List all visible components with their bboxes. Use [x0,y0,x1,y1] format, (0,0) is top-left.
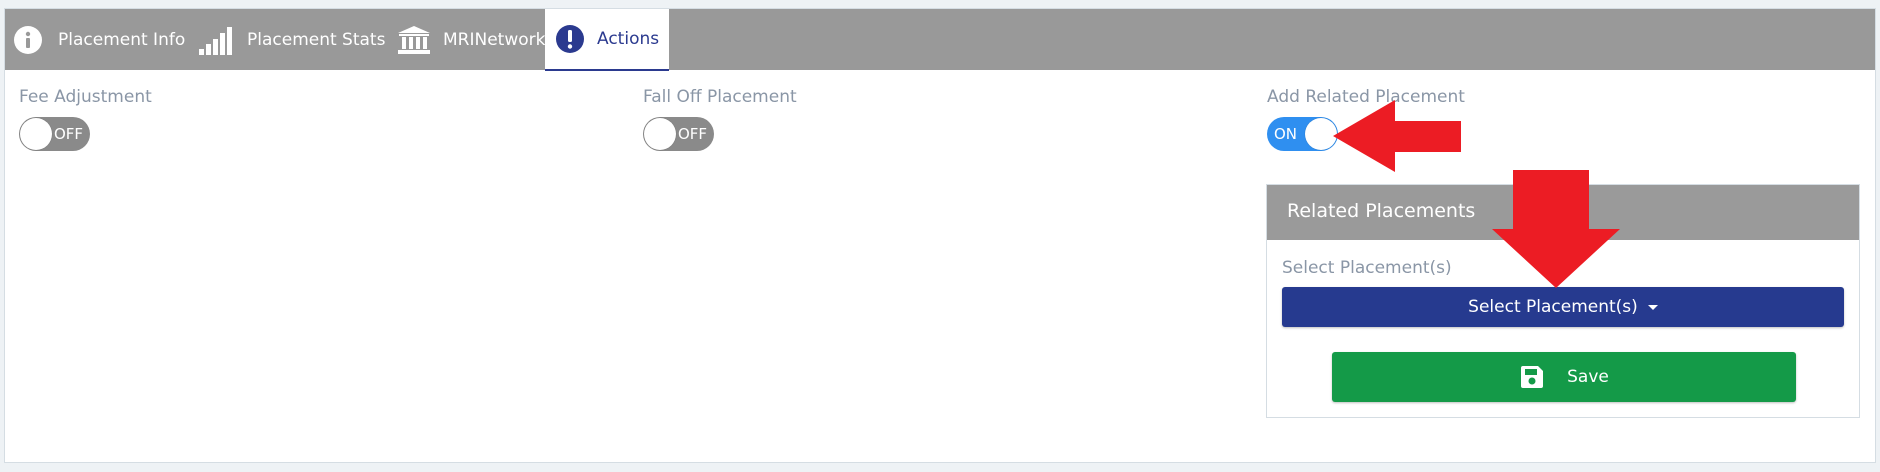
tab-placement-info[interactable]: Placement Info [13,9,185,70]
tab-placement-stats[interactable]: Placement Stats [197,9,385,70]
floppy-disk-icon [1519,364,1545,390]
signal-bars-icon [197,25,235,55]
add-related-placement-toggle[interactable]: ON [1267,117,1338,151]
tab-label: MRINetwork [443,29,546,50]
tab-bar: Placement Info Placement Stats MRINetwor… [5,9,1875,71]
tab-label: Placement Stats [247,29,386,50]
select-placements-button-label: Select Placement(s) [1468,297,1638,317]
fee-adjustment-toggle[interactable]: OFF [19,117,90,151]
down-arrow-annotation-icon [1492,170,1620,288]
tab-label: Placement Info [58,29,186,50]
fall-off-placement-label: Fall Off Placement [643,87,797,107]
select-placements-label: Select Placement(s) [1282,258,1452,278]
toggle-knob [20,118,52,150]
tab-mrinetwork[interactable]: MRINetwork [397,9,545,70]
caret-down-icon [1647,304,1658,310]
tab-actions[interactable]: Actions [545,9,669,71]
save-button-label: Save [1567,367,1609,387]
toggle-knob [644,118,676,150]
tab-label: Actions [597,29,660,49]
exclamation-circle-icon [555,24,585,54]
toggle-state-label: ON [1274,125,1298,143]
save-button[interactable]: Save [1332,352,1796,402]
select-placements-dropdown[interactable]: Select Placement(s) [1282,287,1844,327]
info-circle-icon [13,25,43,55]
fee-adjustment-label: Fee Adjustment [19,87,152,107]
bank-building-icon [397,25,431,55]
toggle-state-label: OFF [53,125,83,143]
fall-off-placement-toggle[interactable]: OFF [643,117,714,151]
toggle-state-label: OFF [677,125,707,143]
left-arrow-annotation-icon [1333,100,1461,172]
